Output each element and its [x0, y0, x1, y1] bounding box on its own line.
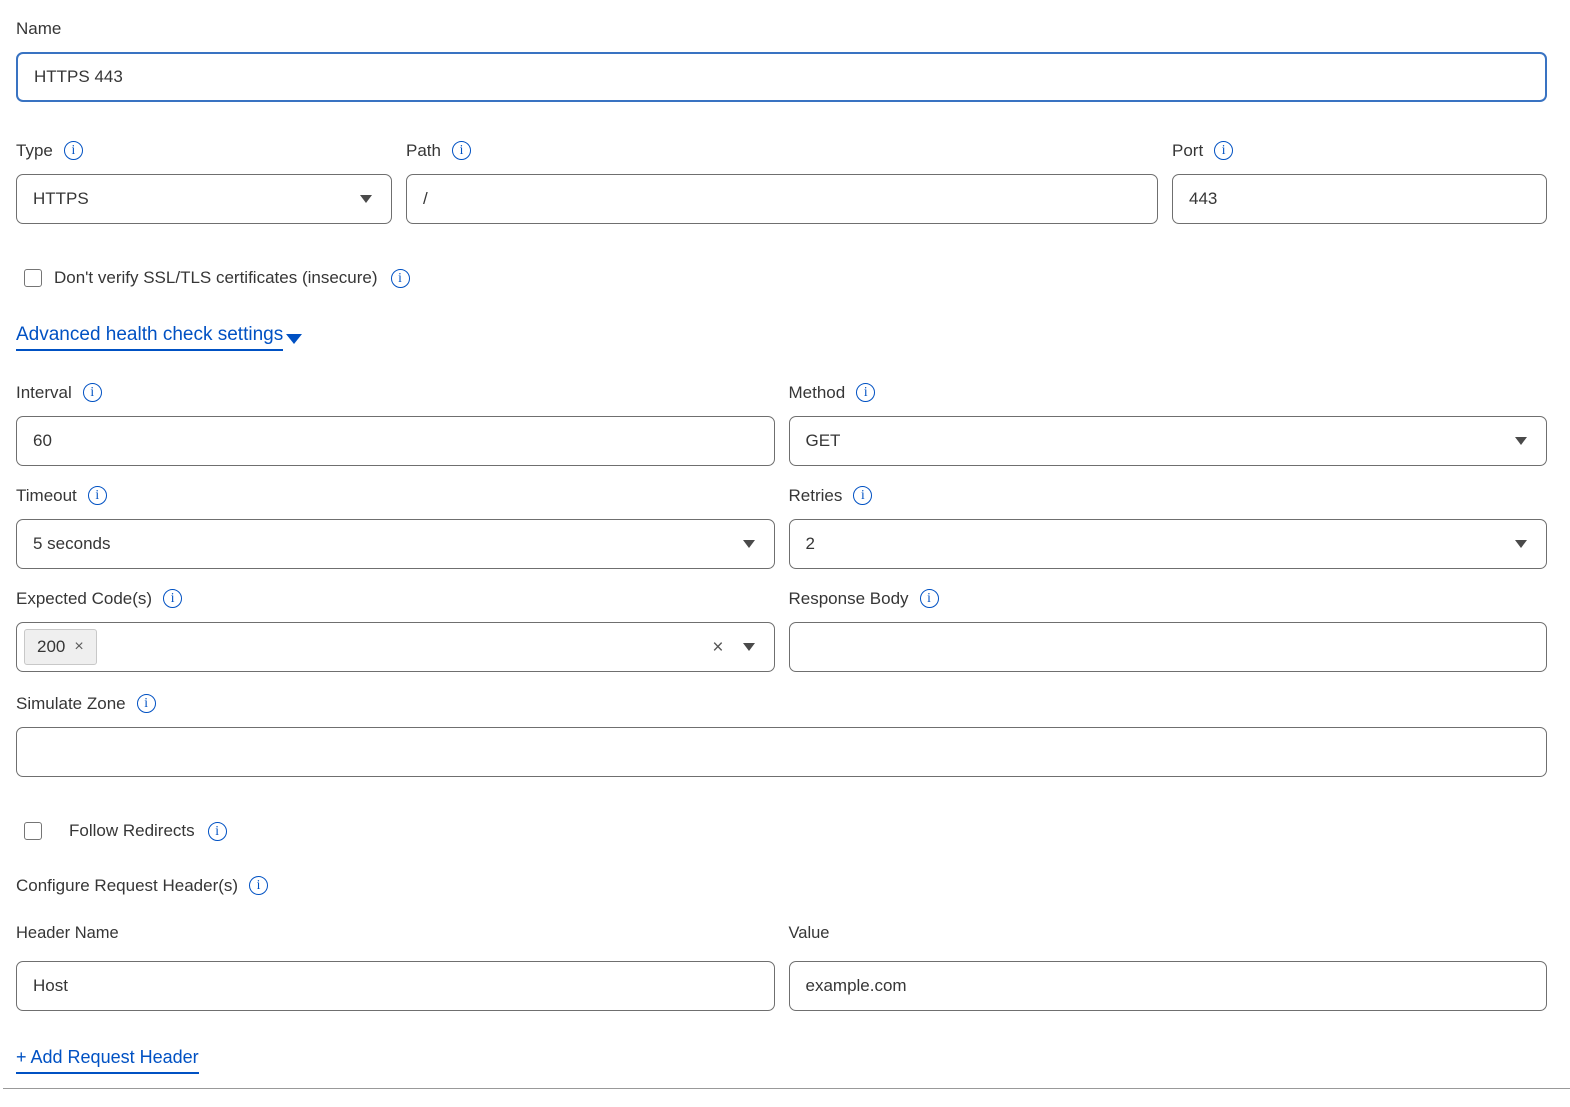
type-select-value: HTTPS: [33, 189, 89, 209]
advanced-settings-row: Advanced health check settings: [16, 324, 1547, 351]
codes-body-row: Expected Code(s) i 200 × × Response Body…: [16, 588, 1547, 672]
type-label: Type: [16, 141, 53, 161]
header-value-input[interactable]: [789, 961, 1548, 1011]
health-check-form: Name Type i HTTPS Path i Port i: [0, 0, 1570, 1089]
follow-redirects-checkbox[interactable]: [24, 822, 42, 840]
code-chip-value: 200: [37, 637, 65, 657]
port-input[interactable]: [1172, 174, 1547, 224]
request-headers-label: Configure Request Header(s): [16, 876, 238, 896]
chevron-down-icon: [743, 540, 755, 548]
info-icon[interactable]: i: [853, 486, 872, 505]
retries-select[interactable]: 2: [789, 519, 1548, 569]
info-icon[interactable]: i: [920, 589, 939, 608]
chevron-down-icon: [286, 334, 302, 344]
header-name-field: Header Name: [16, 924, 775, 1011]
info-icon[interactable]: i: [64, 141, 83, 160]
ssl-verify-label: Don't verify SSL/TLS certificates (insec…: [54, 268, 378, 288]
response-body-field: Response Body i: [789, 588, 1548, 672]
request-headers-section: Configure Request Header(s) i: [16, 875, 1547, 896]
info-icon[interactable]: i: [208, 822, 227, 841]
info-icon[interactable]: i: [856, 383, 875, 402]
timeout-label: Timeout: [16, 486, 77, 506]
clear-all-icon[interactable]: ×: [712, 638, 723, 657]
remove-chip-icon[interactable]: ×: [74, 638, 83, 656]
code-chip: 200 ×: [24, 629, 97, 665]
simulate-zone-field: Simulate Zone i: [16, 693, 1547, 777]
expected-codes-label: Expected Code(s): [16, 589, 152, 609]
add-header-row: + Add Request Header: [16, 1047, 1547, 1074]
retries-field: Retries i 2: [789, 485, 1548, 569]
interval-field: Interval i: [16, 382, 775, 466]
follow-redirects-label: Follow Redirects: [69, 821, 195, 841]
info-icon[interactable]: i: [137, 694, 156, 713]
header-row: Header Name Value: [16, 924, 1547, 1011]
timeout-select[interactable]: 5 seconds: [16, 519, 775, 569]
chevron-down-icon: [1515, 540, 1527, 548]
timeout-field: Timeout i 5 seconds: [16, 485, 775, 569]
info-icon[interactable]: i: [83, 383, 102, 402]
info-icon[interactable]: i: [452, 141, 471, 160]
expected-codes-field: Expected Code(s) i 200 × ×: [16, 588, 775, 672]
method-label: Method: [789, 383, 846, 403]
response-body-label: Response Body: [789, 589, 909, 609]
chevron-down-icon: [360, 195, 372, 203]
timeout-retries-row: Timeout i 5 seconds Retries i 2: [16, 485, 1547, 569]
chevron-down-icon: [1515, 437, 1527, 445]
simulate-zone-label: Simulate Zone: [16, 694, 126, 714]
port-label: Port: [1172, 141, 1203, 161]
interval-input[interactable]: [16, 416, 775, 466]
header-value-field: Value: [789, 924, 1548, 1011]
header-name-column-label: Header Name: [16, 924, 775, 945]
header-value-column-label: Value: [789, 924, 1548, 945]
type-path-port-row: Type i HTTPS Path i Port i: [16, 140, 1547, 224]
path-label: Path: [406, 141, 441, 161]
port-field: Port i: [1172, 140, 1547, 224]
advanced-settings-link[interactable]: Advanced health check settings: [16, 324, 283, 351]
retries-select-value: 2: [806, 534, 815, 554]
timeout-select-value: 5 seconds: [33, 534, 111, 554]
info-icon[interactable]: i: [391, 269, 410, 288]
type-field: Type i HTTPS: [16, 140, 392, 224]
name-label: Name: [16, 19, 61, 39]
name-label-row: Name: [16, 18, 1547, 39]
ssl-verify-checkbox[interactable]: [24, 269, 42, 287]
name-input[interactable]: [16, 52, 1547, 102]
section-divider: [3, 1088, 1570, 1089]
info-icon[interactable]: i: [163, 589, 182, 608]
interval-method-row: Interval i Method i GET: [16, 382, 1547, 466]
header-name-input[interactable]: [16, 961, 775, 1011]
simulate-zone-input[interactable]: [16, 727, 1547, 777]
method-select[interactable]: GET: [789, 416, 1548, 466]
type-select[interactable]: HTTPS: [16, 174, 392, 224]
info-icon[interactable]: i: [88, 486, 107, 505]
chevron-down-icon: [743, 643, 755, 651]
method-select-value: GET: [806, 431, 841, 451]
response-body-input[interactable]: [789, 622, 1548, 672]
path-input[interactable]: [406, 174, 1158, 224]
interval-label: Interval: [16, 383, 72, 403]
method-field: Method i GET: [789, 382, 1548, 466]
retries-label: Retries: [789, 486, 843, 506]
add-request-header-link[interactable]: + Add Request Header: [16, 1047, 199, 1074]
path-field: Path i: [406, 140, 1158, 224]
ssl-verify-row: Don't verify SSL/TLS certificates (insec…: [16, 268, 1547, 288]
info-icon[interactable]: i: [249, 876, 268, 895]
follow-redirects-row: Follow Redirects i: [16, 821, 1547, 841]
info-icon[interactable]: i: [1214, 141, 1233, 160]
expected-codes-multiselect[interactable]: 200 × ×: [16, 622, 775, 672]
